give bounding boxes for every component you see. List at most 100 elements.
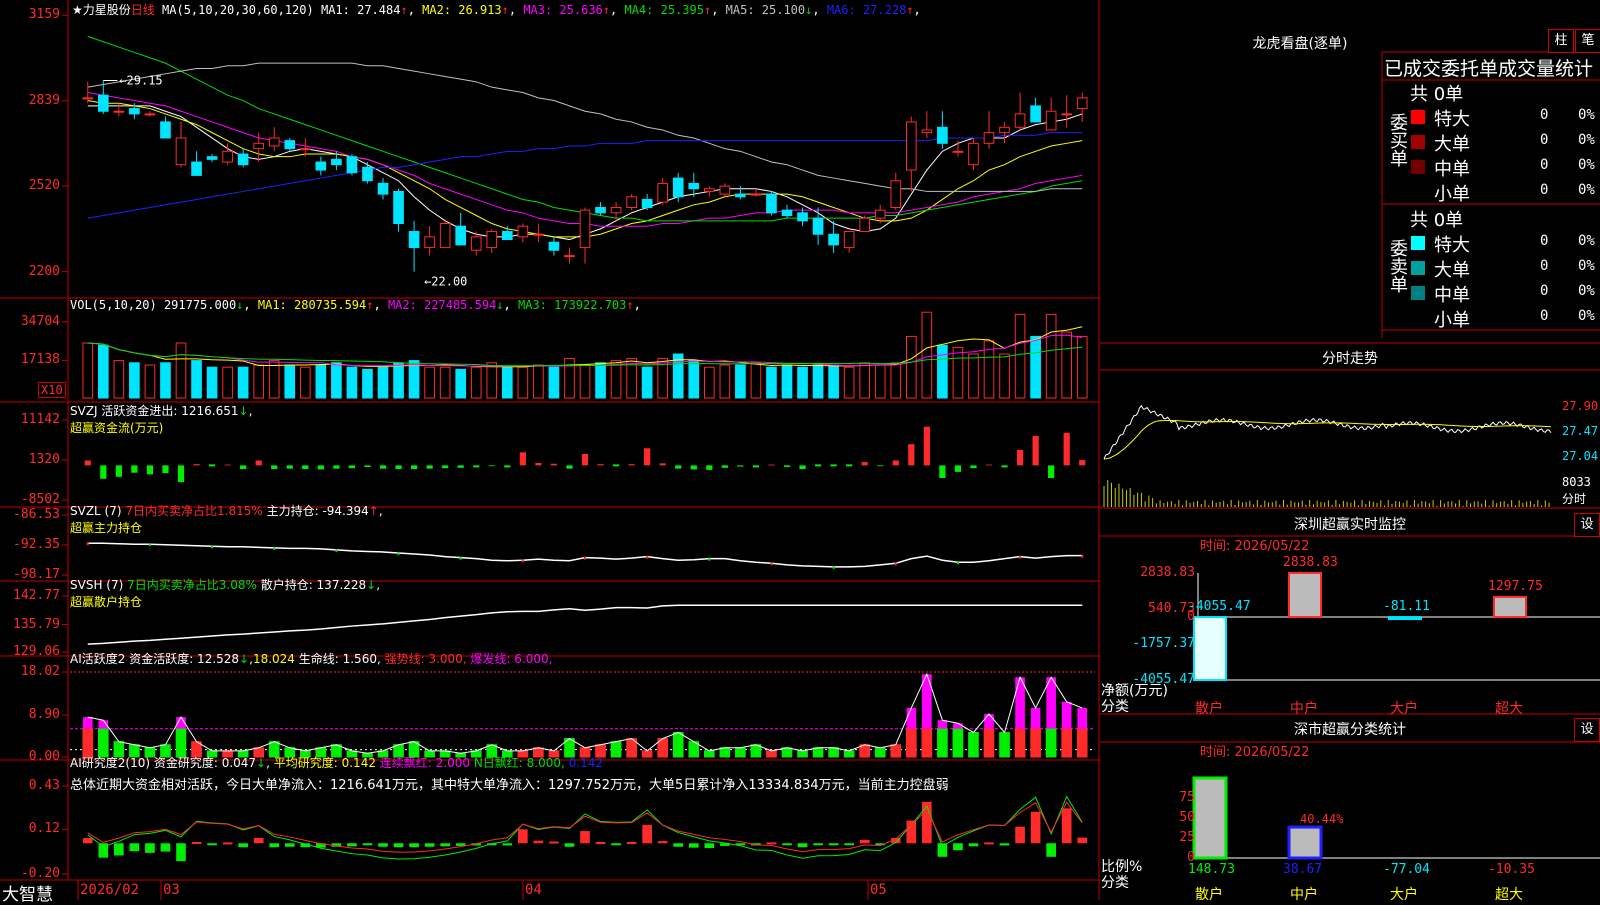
- research-bar: [657, 841, 668, 844]
- candle-body: [641, 198, 653, 208]
- research-bar: [253, 838, 264, 844]
- candle: [486, 228, 498, 253]
- candle-body: [905, 121, 917, 171]
- stats-bar: [1192, 776, 1228, 860]
- monitor-value-label: 2838.83: [1283, 555, 1338, 570]
- volume-bar: [393, 362, 404, 399]
- svzj-bar: [146, 465, 154, 475]
- stock-name[interactable]: ★力星股份: [72, 3, 131, 17]
- volume-bar: [921, 311, 933, 399]
- period-label[interactable]: 日线: [131, 3, 155, 17]
- volume-bar: [439, 366, 451, 399]
- tick-view-button[interactable]: 笔: [1575, 29, 1600, 53]
- candle: [82, 81, 94, 104]
- candle: [362, 162, 373, 184]
- research-bar: [922, 801, 932, 844]
- volume-bar: [455, 368, 467, 399]
- svzl-label: SVZL (7): [70, 504, 122, 518]
- ma-value-6: MA6: 27.228: [826, 3, 907, 17]
- legend-swatch: [1411, 135, 1425, 149]
- ai2-tick-label: 0.12: [28, 821, 60, 837]
- candle: [983, 111, 995, 149]
- research-bar: [269, 843, 280, 848]
- candle: [517, 223, 529, 243]
- candle: [175, 121, 187, 168]
- svzl-sub: 超赢主力持仓: [70, 521, 143, 535]
- fenshi-title: 分时走势: [1322, 351, 1378, 367]
- price-tick-label: 2200: [28, 263, 60, 279]
- low-marker: ←22.00: [424, 275, 467, 289]
- monitor-tick-label: 0: [1187, 609, 1195, 625]
- monitor-category: 中户: [1290, 701, 1318, 717]
- sell-total: 共 0单: [1410, 210, 1464, 231]
- research-bar: [129, 843, 140, 852]
- svzl-tick: [148, 543, 151, 547]
- svzj-bar: [581, 453, 589, 466]
- svzj-bar: [830, 464, 837, 467]
- buy-total: 共 0单: [1410, 84, 1464, 105]
- candle: [268, 127, 280, 152]
- svzj-bar: [364, 465, 371, 468]
- candle: [905, 116, 917, 192]
- ai2-tick-label: 0.43: [28, 778, 60, 793]
- lhb-row-value: 0: [1540, 157, 1549, 173]
- monitor-title: 深圳超赢实时监控: [1294, 517, 1406, 533]
- svzj-bar: [628, 464, 635, 466]
- svzj-bar: [612, 464, 620, 467]
- research-bar: [533, 840, 544, 844]
- svzj-bar: [255, 460, 262, 466]
- research-bar: [704, 843, 715, 849]
- candle: [937, 111, 948, 149]
- vol-tick-label: 34704: [20, 313, 60, 329]
- research-bar: [207, 843, 217, 846]
- candle: [439, 220, 451, 249]
- research-bar: [999, 843, 1010, 846]
- candle-body: [144, 113, 156, 116]
- volume-bar: [781, 364, 793, 399]
- volume-bar: [1030, 335, 1041, 399]
- candle: [377, 178, 389, 200]
- svzl-tick: [397, 551, 400, 555]
- volume-bar: [564, 357, 575, 399]
- activity-bar: [905, 728, 917, 758]
- volume-bar: [501, 366, 513, 399]
- research-bar: [1061, 808, 1072, 844]
- research-bar: [362, 843, 373, 846]
- candle: [657, 178, 669, 205]
- candle-body: [408, 231, 420, 249]
- svzj-bar: [333, 465, 340, 469]
- research-bar: [766, 842, 777, 845]
- stats-value-label: 38.67: [1283, 862, 1323, 877]
- stats-settings-button[interactable]: 设: [1574, 718, 1600, 742]
- research-bar: [828, 843, 839, 846]
- candle-body: [1030, 105, 1041, 123]
- activity-bar: [1030, 728, 1041, 758]
- activity-bar-top: [82, 717, 93, 729]
- research-bar: [844, 843, 854, 846]
- activity-bar: [968, 731, 979, 758]
- candle: [968, 137, 979, 171]
- monitor-settings-button[interactable]: 设: [1574, 513, 1600, 537]
- volume-bar: [82, 342, 94, 399]
- lhb-tabs[interactable]: 已成交委托单成交量统计: [1384, 54, 1593, 81]
- ma-value-1: MA1: 27.484: [320, 3, 401, 17]
- svzj-tick-label: 11142: [20, 412, 60, 427]
- monitor-bar: [1193, 616, 1227, 682]
- ai1-part-3: 爆发线: 6.000,: [466, 652, 553, 666]
- candle: [626, 194, 637, 211]
- ai1-part-0: 18.024: [252, 652, 295, 666]
- svzj-bar: [737, 465, 744, 467]
- volume-bar: [113, 360, 125, 399]
- candle-body: [828, 233, 839, 246]
- candle: [1030, 97, 1041, 123]
- candle-body: [952, 150, 964, 153]
- volume-bar: [315, 364, 327, 399]
- candle: [408, 220, 420, 272]
- candle: [843, 231, 855, 253]
- volume-bar: [968, 353, 979, 399]
- svzj-bar: [768, 464, 775, 466]
- bar-view-button[interactable]: 柱: [1548, 29, 1574, 53]
- monitor-value-label: 1297.75: [1488, 578, 1543, 594]
- volume-bar: [377, 366, 389, 399]
- ai1-arrow: ↓: [239, 652, 250, 666]
